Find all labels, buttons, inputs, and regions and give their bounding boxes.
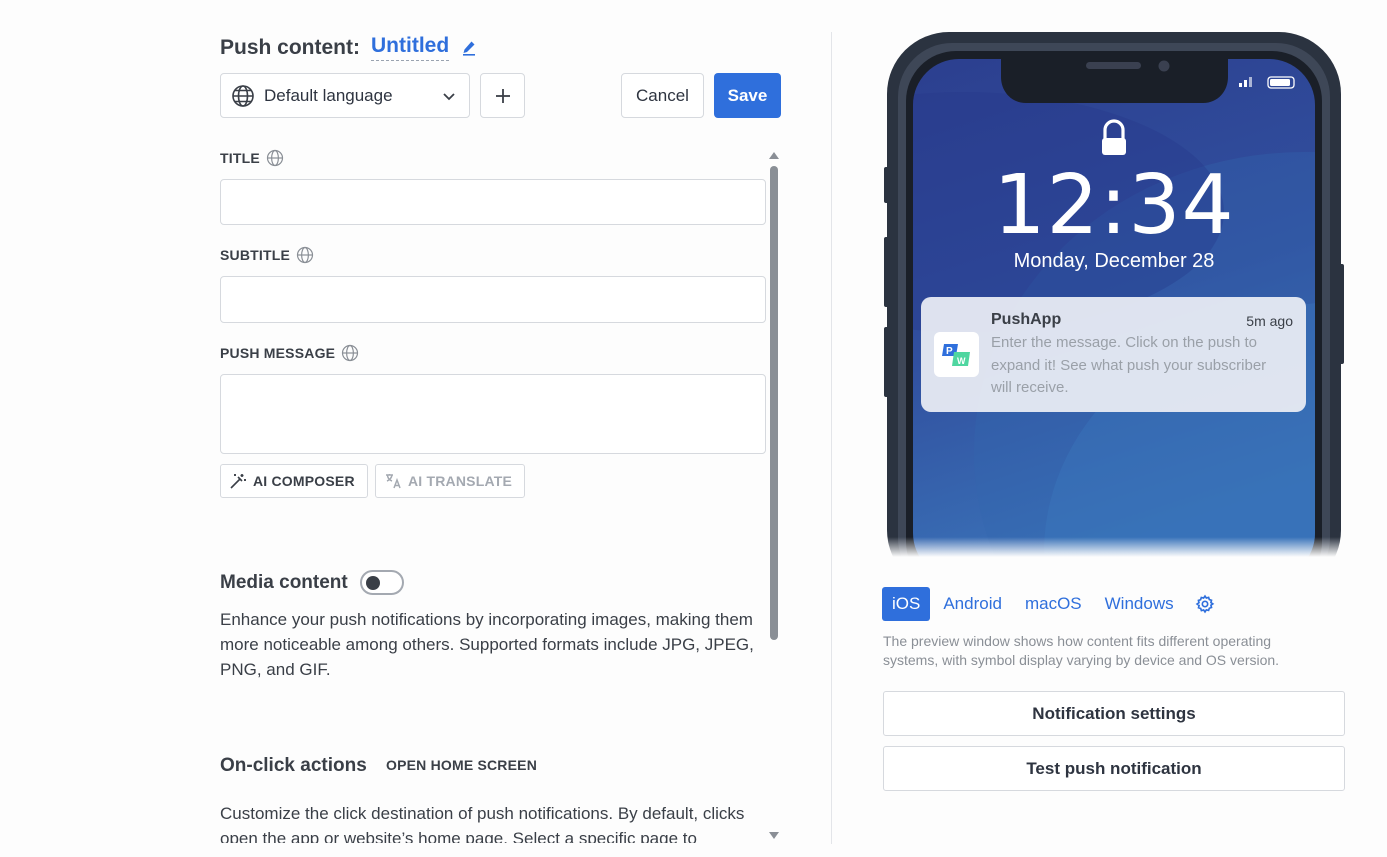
push-message-textarea[interactable]	[220, 374, 766, 454]
subtitle-label-text: SUBTITLE	[220, 247, 291, 263]
panel-divider	[831, 32, 832, 844]
push-message-label-text: PUSH MESSAGE	[220, 345, 336, 361]
globe-icon	[231, 84, 255, 108]
test-push-button[interactable]: Test push notification	[883, 746, 1345, 791]
media-content-description: Enhance your push notifications by incor…	[220, 610, 754, 679]
globe-icon[interactable]	[296, 246, 314, 264]
on-click-actions-title: On-click actions	[220, 755, 367, 776]
on-click-description: Customize the click destination of push …	[220, 804, 745, 843]
pushapp-logo-icon: P W	[934, 332, 979, 377]
push-message-label: PUSH MESSAGE	[220, 344, 359, 362]
svg-text:P: P	[946, 346, 953, 357]
scroll-down-arrow[interactable]	[769, 832, 779, 839]
language-select[interactable]: Default language	[220, 73, 470, 118]
media-content-title: Media content	[220, 572, 348, 593]
tab-android[interactable]: Android	[933, 587, 1012, 621]
tab-ios[interactable]: iOS	[882, 587, 931, 621]
page-title: Push content:	[220, 35, 360, 59]
lock-screen-time: 12:34	[993, 158, 1235, 253]
globe-icon[interactable]	[341, 344, 359, 362]
magic-wand-icon	[229, 472, 247, 490]
ai-translate-button[interactable]: AI TRANSLATE	[375, 464, 526, 498]
plus-icon	[494, 87, 512, 105]
document-name[interactable]: Untitled	[371, 34, 450, 61]
svg-text:W: W	[957, 356, 966, 366]
scrollbar-thumb[interactable]	[770, 166, 778, 640]
save-button[interactable]: Save	[714, 73, 781, 118]
title-label: TITLE	[220, 149, 284, 167]
page-header: Push content: Untitled	[220, 34, 477, 61]
chevron-down-icon	[441, 88, 457, 104]
cancel-button[interactable]: Cancel	[621, 73, 704, 118]
ai-composer-button[interactable]: AI COMPOSER	[220, 464, 368, 498]
pen-icon[interactable]	[461, 40, 477, 56]
on-click-action-value[interactable]: OPEN HOME SCREEN	[386, 757, 537, 773]
tab-windows[interactable]: Windows	[1095, 587, 1184, 621]
globe-icon[interactable]	[266, 149, 284, 167]
tab-macos[interactable]: macOS	[1015, 587, 1092, 621]
notification-age: 5m ago	[1246, 313, 1293, 329]
subtitle-input[interactable]	[220, 276, 766, 323]
toggle-knob	[366, 575, 380, 590]
notification-preview[interactable]: P W PushApp 5m ago Enter the message. Cl…	[921, 297, 1306, 412]
notification-settings-button[interactable]: Notification settings	[883, 691, 1345, 736]
subtitle-label: SUBTITLE	[220, 246, 314, 264]
notification-app-name: PushApp	[991, 311, 1062, 328]
ai-composer-label: AI COMPOSER	[253, 473, 355, 489]
add-language-button[interactable]	[480, 73, 525, 118]
phone-preview	[884, 32, 1344, 557]
title-input[interactable]	[220, 179, 766, 225]
title-label-text: TITLE	[220, 150, 260, 166]
media-content-toggle[interactable]	[360, 570, 404, 595]
gear-icon[interactable]	[1187, 587, 1223, 621]
os-tabs: iOS Android macOS Windows	[882, 587, 1226, 621]
scroll-up-arrow[interactable]	[769, 152, 779, 159]
preview-note: The preview window shows how content fit…	[883, 633, 1280, 668]
language-select-value: Default language	[264, 85, 393, 105]
ai-translate-label: AI TRANSLATE	[408, 473, 513, 489]
notification-message: Enter the message. Click on the push to …	[991, 334, 1267, 396]
translate-icon	[384, 472, 402, 490]
lock-screen-date: Monday, December 28	[1013, 250, 1215, 272]
